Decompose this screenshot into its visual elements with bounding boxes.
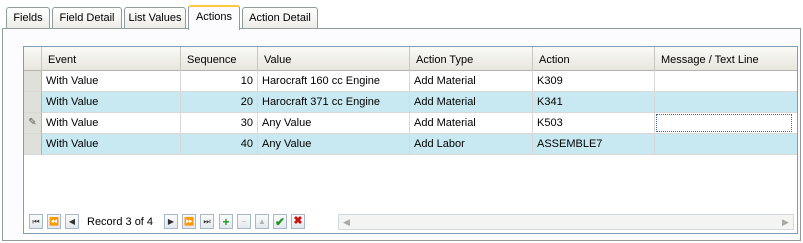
tab-actions[interactable]: Actions (188, 5, 240, 30)
column-header-sequence[interactable]: Sequence (181, 47, 258, 71)
cell-value[interactable]: Harocraft 160 cc Engine (258, 71, 410, 92)
cell-event[interactable]: With Value (42, 92, 181, 113)
row-indicator[interactable] (24, 71, 42, 92)
tab-action-detail[interactable]: Action Detail (242, 7, 318, 29)
cell-event[interactable]: With Value (42, 134, 181, 155)
cell-action-type[interactable]: Add Material (410, 71, 533, 92)
last-record-icon[interactable]: ⏭ (200, 214, 214, 229)
cell-focus-rectangle (656, 114, 792, 132)
first-record-icon[interactable]: ⏮ (29, 214, 43, 229)
post-edit-icon[interactable]: ✔ (273, 214, 287, 229)
table-row-current[interactable]: ✎ With Value 30 Any Value Add Material K… (24, 113, 797, 134)
cell-value[interactable]: Harocraft 371 cc Engine (258, 92, 410, 113)
table-row[interactable]: With Value 20 Harocraft 371 cc Engine Ad… (24, 92, 797, 113)
cell-action-type[interactable]: Add Material (410, 92, 533, 113)
row-indicator[interactable] (24, 92, 42, 113)
column-header-event[interactable]: Event (42, 47, 181, 71)
tab-field-detail[interactable]: Field Detail (52, 7, 122, 29)
record-navigator: ⏮ ⏪ ◀ Record 3 of 4 ▶ ⏩ ⏭ + − ▲ ✔ ✖ ◀ ▶ (25, 212, 796, 232)
row-indicator-header (24, 47, 42, 71)
table-row[interactable]: With Value 40 Any Value Add Labor ASSEMB… (24, 134, 797, 155)
cancel-edit-icon[interactable]: ✖ (291, 214, 305, 229)
column-header-action-type[interactable]: Action Type (410, 47, 533, 71)
cell-action[interactable]: K341 (533, 92, 655, 113)
row-indicator[interactable] (24, 134, 42, 155)
cell-sequence[interactable]: 30 (181, 113, 258, 134)
next-page-icon[interactable]: ⏩ (182, 214, 196, 229)
edit-pencil-icon[interactable]: ✎ (24, 113, 42, 134)
append-record-icon[interactable]: + (219, 214, 233, 229)
delete-record-icon[interactable]: − (237, 214, 251, 229)
cell-message[interactable] (655, 92, 797, 113)
edit-record-icon[interactable]: ▲ (255, 214, 269, 229)
cell-sequence[interactable]: 40 (181, 134, 258, 155)
grid-header: Event Sequence Value Action Type Action … (24, 47, 797, 71)
cell-action-type[interactable]: Add Material (410, 113, 533, 134)
cell-message[interactable] (655, 134, 797, 155)
tab-strip: Fields Field Detail List Values Actions … (2, 5, 801, 30)
cell-action[interactable]: ASSEMBLE7 (533, 134, 655, 155)
scroll-left-icon[interactable]: ◀ (339, 215, 354, 229)
cell-value[interactable]: Any Value (258, 134, 410, 155)
cell-message[interactable] (655, 71, 797, 92)
cell-sequence[interactable]: 20 (181, 92, 258, 113)
record-position-label: Record 3 of 4 (87, 216, 154, 228)
tab-fields[interactable]: Fields (6, 7, 50, 29)
column-header-action[interactable]: Action (533, 47, 655, 71)
tab-list-values[interactable]: List Values (124, 7, 186, 29)
cell-action-type[interactable]: Add Labor (410, 134, 533, 155)
prev-record-icon[interactable]: ◀ (65, 214, 79, 229)
prev-page-icon[interactable]: ⏪ (47, 214, 61, 229)
next-record-icon[interactable]: ▶ (164, 214, 178, 229)
cell-action[interactable]: K503 (533, 113, 655, 134)
cell-action[interactable]: K309 (533, 71, 655, 92)
cell-sequence[interactable]: 10 (181, 71, 258, 92)
actions-grid[interactable]: Event Sequence Value Action Type Action … (23, 46, 798, 234)
horizontal-scrollbar[interactable]: ◀ ▶ (338, 214, 794, 230)
cell-event[interactable]: With Value (42, 71, 181, 92)
column-header-value[interactable]: Value (258, 47, 410, 71)
scroll-right-icon[interactable]: ▶ (778, 215, 793, 229)
cell-event[interactable]: With Value (42, 113, 181, 134)
table-row[interactable]: With Value 10 Harocraft 160 cc Engine Ad… (24, 71, 797, 92)
cell-value[interactable]: Any Value (258, 113, 410, 134)
column-header-message[interactable]: Message / Text Line (655, 47, 797, 71)
